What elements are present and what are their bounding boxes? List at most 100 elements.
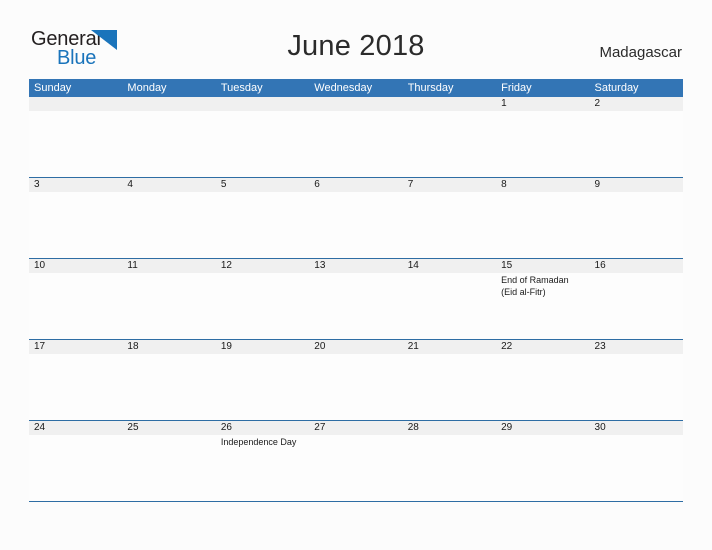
day-events-empty bbox=[496, 354, 589, 420]
day-events-empty bbox=[309, 192, 402, 258]
day-events-empty bbox=[309, 111, 402, 177]
page-header: General Blue June 2018 Madagascar bbox=[0, 0, 712, 70]
day-number[interactable]: 18 bbox=[122, 340, 215, 354]
day-events: End of Ramadan (Eid al-Fitr) bbox=[496, 273, 589, 339]
calendar-week-row: 24 25 26 27 28 29 30 Independence Day bbox=[29, 420, 683, 501]
calendar-week-row: 3456789 bbox=[29, 177, 683, 258]
week-event-band bbox=[29, 192, 683, 258]
day-number[interactable]: 23 bbox=[590, 340, 683, 354]
day-events-empty bbox=[403, 435, 496, 501]
weekday-header-saturday: Saturday bbox=[594, 82, 639, 94]
day-events-empty bbox=[590, 273, 683, 339]
calendar-week-row: 12 bbox=[29, 97, 683, 177]
day-events-empty bbox=[403, 354, 496, 420]
weekday-header-row: Sunday Monday Tuesday Wednesday Thursday… bbox=[29, 79, 683, 97]
day-number[interactable]: 15 bbox=[496, 259, 589, 273]
day-number[interactable]: 6 bbox=[309, 178, 402, 192]
day-number[interactable]: 21 bbox=[403, 340, 496, 354]
event-label: End of Ramadan bbox=[501, 275, 569, 285]
day-number[interactable]: 16 bbox=[590, 259, 683, 273]
day-number[interactable]: 12 bbox=[216, 259, 309, 273]
week-date-band: 24 25 26 27 28 29 30 bbox=[29, 421, 683, 435]
day-events-empty bbox=[403, 273, 496, 339]
day-number[interactable]: 1 bbox=[496, 97, 589, 111]
day-events-empty bbox=[216, 354, 309, 420]
weekday-header-sunday: Sunday bbox=[34, 82, 72, 94]
day-number[interactable]: 10 bbox=[29, 259, 122, 273]
day-number[interactable]: 19 bbox=[216, 340, 309, 354]
country-label: Madagascar bbox=[599, 44, 682, 61]
day-number[interactable]: 17 bbox=[29, 340, 122, 354]
day-number[interactable]: 29 bbox=[496, 421, 589, 435]
day-number[interactable]: 30 bbox=[590, 421, 683, 435]
day-number[interactable]: 9 bbox=[590, 178, 683, 192]
day-events-empty bbox=[29, 273, 122, 339]
day-number-empty bbox=[403, 97, 496, 111]
day-events: Independence Day bbox=[216, 435, 309, 501]
day-events-empty bbox=[216, 111, 309, 177]
calendar-week-row: 17 18 19 20 21 22 23 bbox=[29, 339, 683, 420]
calendar-page: General Blue June 2018 Madagascar Sunday… bbox=[0, 0, 712, 550]
day-events-empty bbox=[29, 435, 122, 501]
day-number[interactable]: 4 bbox=[122, 178, 215, 192]
week-event-band bbox=[29, 354, 683, 420]
day-number[interactable]: 25 bbox=[122, 421, 215, 435]
day-events-empty bbox=[403, 111, 496, 177]
week-event-band: Independence Day bbox=[29, 435, 683, 501]
week-date-band: 3456789 bbox=[29, 178, 683, 192]
calendar-weeks: 1 2 3 4 5 6 7 8 9 10 11 12 13 14 15 16 End of Ramadan (Ei… bbox=[29, 97, 683, 501]
day-number[interactable]: 14 bbox=[403, 259, 496, 273]
week-date-band: 17 18 19 20 21 22 23 bbox=[29, 340, 683, 354]
day-events-empty bbox=[496, 435, 589, 501]
week-event-band: End of Ramadan (Eid al-Fitr) bbox=[29, 273, 683, 339]
week-date-band: 10 11 12 13 14 15 16 bbox=[29, 259, 683, 273]
day-events-empty bbox=[122, 273, 215, 339]
weekday-header-wednesday: Wednesday bbox=[314, 82, 373, 94]
day-events-empty bbox=[122, 354, 215, 420]
week-event-band bbox=[29, 111, 683, 177]
weekday-header-tuesday: Tuesday bbox=[220, 82, 263, 94]
day-events-empty bbox=[29, 192, 122, 258]
day-number[interactable]: 7 bbox=[403, 178, 496, 192]
day-events-empty bbox=[309, 435, 402, 501]
day-number[interactable]: 27 bbox=[309, 421, 402, 435]
day-events-empty bbox=[216, 273, 309, 339]
day-events-empty bbox=[309, 273, 402, 339]
day-number[interactable]: 24 bbox=[29, 421, 122, 435]
day-events-empty bbox=[590, 192, 683, 258]
day-number[interactable]: 28 bbox=[403, 421, 496, 435]
day-number-empty bbox=[216, 97, 309, 111]
calendar-grid: Sunday Monday Tuesday Wednesday Thursday… bbox=[29, 79, 683, 502]
day-events-empty bbox=[590, 435, 683, 501]
weekday-header-thursday: Thursday bbox=[407, 82, 454, 94]
week-date-band: 12 bbox=[29, 97, 683, 111]
day-events-empty bbox=[590, 354, 683, 420]
day-number[interactable]: 11 bbox=[122, 259, 215, 273]
day-number[interactable]: 20 bbox=[309, 340, 402, 354]
day-number[interactable]: 22 bbox=[496, 340, 589, 354]
day-number-empty bbox=[29, 97, 122, 111]
day-number[interactable]: 5 bbox=[216, 178, 309, 192]
day-number[interactable]: 13 bbox=[309, 259, 402, 273]
day-events-empty bbox=[122, 435, 215, 501]
day-number-empty bbox=[309, 97, 402, 111]
day-events-empty bbox=[496, 192, 589, 258]
day-events-empty bbox=[403, 192, 496, 258]
calendar-bottom-rule bbox=[29, 501, 683, 502]
day-events-empty bbox=[590, 111, 683, 177]
day-events-empty bbox=[122, 192, 215, 258]
day-events-empty bbox=[216, 192, 309, 258]
calendar-week-row: 10 11 12 13 14 15 16 End of Ramadan (Eid al-Fitr… bbox=[29, 258, 683, 339]
weekday-header-friday: Friday bbox=[501, 82, 532, 94]
event-label: (Eid al-Fitr) bbox=[501, 286, 546, 297]
weekday-header-monday: Monday bbox=[127, 82, 167, 94]
day-events-empty bbox=[29, 354, 122, 420]
day-number-empty bbox=[122, 97, 215, 111]
day-number[interactable]: 3 bbox=[29, 178, 122, 192]
day-events-empty bbox=[309, 354, 402, 420]
day-events-empty bbox=[122, 111, 215, 177]
day-number[interactable]: 26 bbox=[216, 421, 309, 435]
day-number[interactable]: 8 bbox=[496, 178, 589, 192]
day-events-empty bbox=[496, 111, 589, 177]
day-number[interactable]: 2 bbox=[590, 97, 683, 111]
